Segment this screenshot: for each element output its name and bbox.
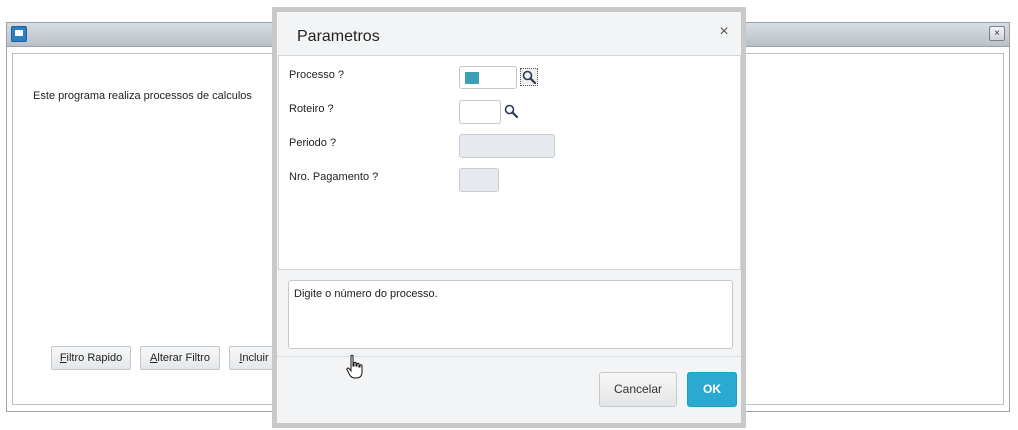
dialog-title: Parametros — [297, 28, 380, 45]
parameters-panel: Processo ? Roteiro ? Periodo ? Nro. Paga… — [278, 55, 741, 270]
alterar-filtro-button[interactable]: Alterar Filtro — [140, 346, 220, 370]
app-window-icon — [11, 26, 27, 42]
help-text: Digite o número do processo. — [294, 288, 438, 300]
processo-focus-marker — [465, 72, 479, 84]
ok-button[interactable]: OK — [687, 372, 737, 407]
roteiro-search-icon[interactable] — [503, 103, 521, 121]
program-description: Este programa realiza processos de calcu… — [33, 90, 252, 102]
processo-search-icon[interactable] — [520, 68, 538, 86]
roteiro-input[interactable] — [459, 100, 501, 124]
periodo-label: Periodo ? — [289, 137, 337, 149]
nro-pagamento-input[interactable] — [459, 168, 499, 192]
processo-label: Processo ? — [289, 69, 345, 81]
help-text-box: Digite o número do processo. — [288, 280, 733, 349]
cancel-button[interactable]: Cancelar — [599, 372, 677, 407]
window-close-button[interactable]: × — [989, 26, 1005, 41]
periodo-input[interactable] — [459, 134, 555, 158]
close-icon[interactable]: × — [716, 24, 732, 40]
roteiro-label: Roteiro ? — [289, 103, 334, 115]
filtro-rapido-button[interactable]: Filtro Rapido — [51, 346, 131, 370]
nro-pagamento-label: Nro. Pagamento ? — [289, 171, 379, 183]
parametros-dialog: Parametros × Processo ? Roteiro ? Period… — [272, 7, 746, 428]
hand-cursor-icon — [346, 354, 363, 379]
